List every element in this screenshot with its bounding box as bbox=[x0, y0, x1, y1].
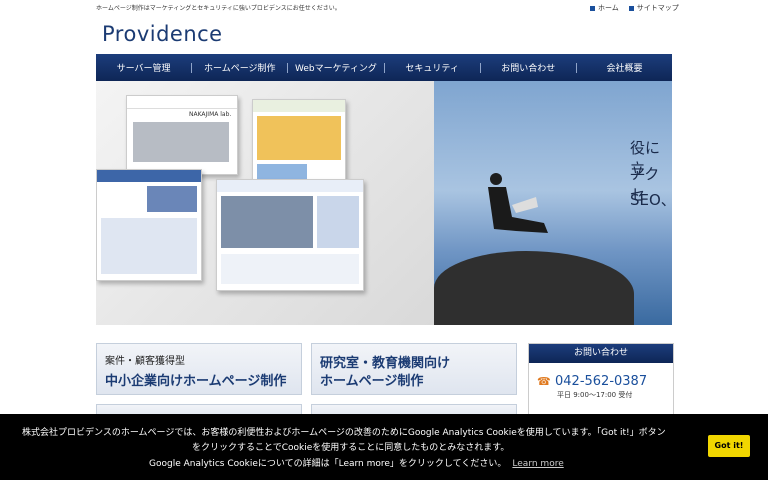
home-link[interactable]: ホーム bbox=[590, 3, 619, 13]
service-card-subtitle: 案件・顧客獲得型 bbox=[105, 356, 185, 367]
hero-photo: 役に立 アクセ SEO、 bbox=[434, 81, 672, 325]
nav-item-web-marketing[interactable]: Webマーケティング bbox=[288, 61, 383, 74]
header-tagline: ホームページ制作はマーケティングとセキュリティに強いプロビデンスにお任せください… bbox=[96, 5, 341, 12]
sample-site-card bbox=[96, 169, 202, 281]
cookie-accept-button[interactable]: Got it! bbox=[708, 435, 750, 457]
contact-title: お問い合わせ bbox=[529, 344, 673, 363]
phone-icon: ☎ bbox=[537, 375, 551, 388]
sample-site-card bbox=[216, 179, 364, 291]
cookie-message-line: をクリックすることでCookieを使用することに同意したものとみなされます。 bbox=[192, 443, 510, 453]
hero-slider[interactable]: NAKAJIMA lab. 役に立 アクセ SEO、 bbox=[96, 81, 672, 325]
sample-site-card: NAKAJIMA lab. bbox=[126, 95, 238, 175]
nav-item-web-production[interactable]: ホームページ制作 bbox=[192, 61, 287, 74]
contact-phone[interactable]: 042-562-0387 bbox=[555, 374, 647, 389]
top-links: ホーム サイトマップ bbox=[590, 3, 679, 13]
sitemap-link[interactable]: サイトマップ bbox=[628, 3, 679, 13]
nav-item-security[interactable]: セキュリティ bbox=[385, 61, 480, 74]
service-card-title: 中小企業向けホームページ制作 bbox=[105, 374, 287, 389]
rock-shape bbox=[434, 251, 634, 325]
learn-more-link[interactable]: Learn more bbox=[512, 459, 563, 469]
service-card-lab[interactable]: 研究室・教育機関向け ホームページ制作 bbox=[311, 343, 517, 395]
hero-samples-panel: NAKAJIMA lab. bbox=[96, 81, 434, 325]
nav-item-company[interactable]: 会社概要 bbox=[577, 61, 672, 74]
site-logo[interactable]: Providence bbox=[102, 22, 223, 46]
service-card-title: ホームページ制作 bbox=[320, 374, 424, 389]
service-card-title: 研究室・教育機関向け bbox=[320, 356, 451, 371]
nav-item-server[interactable]: サーバー管理 bbox=[96, 61, 191, 74]
sample-site-card bbox=[252, 99, 346, 191]
cookie-message-line: 株式会社プロビデンスのホームページでは、お客様の利便性およびホームページの改善の… bbox=[22, 428, 666, 438]
square-icon bbox=[590, 5, 595, 11]
main-nav: サーバー管理 ホームページ制作 Webマーケティング セキュリティ お問い合わせ… bbox=[96, 54, 672, 81]
contact-box: お問い合わせ ☎ 042-562-0387 平日 9:00～17:00 受付 bbox=[528, 343, 674, 420]
square-icon bbox=[628, 5, 634, 11]
cookie-banner: 株式会社プロビデンスのホームページでは、お客様の利便性およびホームページの改善の… bbox=[0, 414, 768, 480]
service-card-sme[interactable]: 案件・顧客獲得型 中小企業向けホームページ制作 bbox=[96, 343, 302, 395]
sample-site-title: NAKAJIMA lab. bbox=[189, 111, 232, 118]
nav-item-contact[interactable]: お問い合わせ bbox=[481, 61, 576, 74]
cookie-message-line: Google Analytics Cookieについての詳細は「Learn mo… bbox=[149, 459, 564, 469]
businessman-illustration bbox=[488, 173, 548, 233]
hero-text-line: SEO、 bbox=[630, 191, 672, 209]
contact-hours: 平日 9:00～17:00 受付 bbox=[557, 391, 633, 399]
